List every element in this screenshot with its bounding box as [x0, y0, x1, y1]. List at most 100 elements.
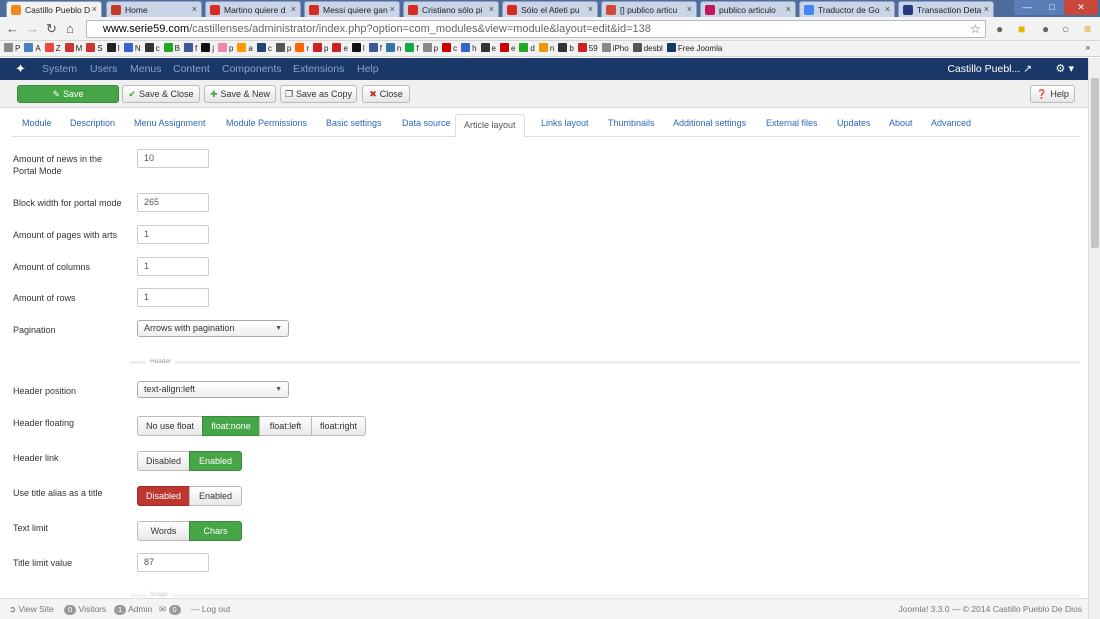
header-position-select[interactable]: text-align:left ▼: [137, 381, 289, 398]
tab-article-layout[interactable]: Article layout: [455, 114, 525, 138]
bookmark-item[interactable]: p: [313, 41, 328, 56]
close-tab-icon[interactable]: ×: [291, 4, 296, 14]
bookmark-item[interactable]: 59: [577, 41, 598, 56]
minimize-button[interactable]: —: [1014, 0, 1040, 15]
reload-icon[interactable]: ↻: [46, 21, 57, 37]
bookmark-item[interactable]: c: [442, 41, 457, 56]
bookmark-item[interactable]: d: [519, 41, 535, 56]
bookmark-item[interactable]: c: [256, 41, 272, 56]
close-button[interactable]: ✖ Close: [362, 85, 410, 103]
text-limit-words-button[interactable]: Words: [137, 521, 190, 541]
pages-arts-input[interactable]: 1: [137, 225, 209, 244]
header-link-enabled-button[interactable]: Enabled: [189, 451, 242, 471]
forward-icon[interactable]: →: [26, 21, 39, 37]
bookmark-item[interactable]: p: [275, 41, 291, 56]
logout-link[interactable]: — Log out: [191, 604, 230, 614]
tab-module[interactable]: Module: [22, 118, 52, 128]
menu-users[interactable]: Users: [90, 63, 117, 75]
float-no-use-button[interactable]: No use float: [137, 416, 203, 436]
bookmark-item[interactable]: e: [499, 41, 515, 56]
tab-links-layout[interactable]: Links layout: [541, 118, 589, 128]
bookmark-star-icon[interactable]: ☆: [970, 21, 981, 37]
title-alias-enabled-button[interactable]: Enabled: [189, 486, 242, 506]
bookmark-item[interactable]: h: [461, 41, 477, 56]
browser-tab[interactable]: Transaction Deta ×: [898, 1, 994, 17]
bookmark-item[interactable]: B: [163, 41, 180, 56]
bookmark-item[interactable]: p: [217, 41, 233, 56]
browser-tab[interactable]: Sólo el Atleti pu ×: [502, 1, 598, 17]
save-button[interactable]: ✎ Save: [17, 85, 119, 103]
pagination-select[interactable]: Arrows with pagination ▼: [137, 320, 289, 337]
close-tab-icon[interactable]: ×: [92, 4, 97, 14]
browser-tab[interactable]: Traductor de Go ×: [799, 1, 895, 17]
float-left-button[interactable]: float:left: [259, 416, 312, 436]
joomla-logo-icon[interactable]: ✦: [15, 62, 29, 76]
bookmark-item[interactable]: iPho: [601, 41, 629, 56]
bookmark-item[interactable]: N: [123, 41, 141, 56]
tab-additional-settings[interactable]: Additional settings: [673, 118, 746, 128]
bookmark-item[interactable]: f: [405, 41, 419, 56]
close-tab-icon[interactable]: ×: [786, 4, 791, 14]
maximize-button[interactable]: □: [1040, 0, 1064, 15]
view-site-link[interactable]: ➲ View Site: [9, 604, 54, 615]
news-portal-input[interactable]: 10: [137, 149, 209, 168]
menu-menus[interactable]: Menus: [130, 63, 162, 75]
bookmark-item[interactable]: r: [295, 41, 309, 56]
tab-updates[interactable]: Updates: [837, 118, 871, 128]
bookmark-item[interactable]: f: [183, 41, 197, 56]
tab-external-files[interactable]: External files: [766, 118, 818, 128]
bookmark-item[interactable]: n: [538, 41, 554, 56]
more-bookmarks-icon[interactable]: »: [1086, 43, 1090, 52]
extension-3-icon[interactable]: ●: [1042, 21, 1049, 37]
title-limit-input[interactable]: 87: [137, 553, 209, 572]
bookmark-item[interactable]: A: [24, 41, 41, 56]
tab-basic-settings[interactable]: Basic settings: [326, 118, 382, 128]
bookmark-item[interactable]: n: [385, 41, 401, 56]
bookmark-item[interactable]: j: [201, 41, 214, 56]
messages-indicator[interactable]: ✉ 0: [159, 604, 181, 615]
bookmark-item[interactable]: b: [558, 41, 574, 56]
title-alias-disabled-button[interactable]: Disabled: [137, 486, 190, 506]
browser-tab[interactable]: Messi quiere gan ×: [304, 1, 400, 17]
tab-menu-assignment[interactable]: Menu Assignment: [134, 118, 206, 128]
bookmark-item[interactable]: e: [332, 41, 348, 56]
gear-icon[interactable]: ⚙ ▾: [1056, 62, 1074, 75]
rows-input[interactable]: 1: [137, 288, 209, 307]
bookmark-item[interactable]: I: [106, 41, 120, 56]
float-right-button[interactable]: float:right: [311, 416, 366, 436]
bookmark-item[interactable]: l: [351, 41, 365, 56]
extension-4-icon[interactable]: ○: [1062, 21, 1069, 37]
menu-help[interactable]: Help: [357, 63, 379, 75]
bookmark-item[interactable]: P: [4, 41, 20, 56]
site-name-link[interactable]: Castillo Puebl... ↗: [947, 63, 1032, 75]
bookmark-item[interactable]: e: [480, 41, 496, 56]
tab-description[interactable]: Description: [70, 118, 115, 128]
browser-tab[interactable]: Cristiano sólo pi ×: [403, 1, 499, 17]
header-link-disabled-button[interactable]: Disabled: [137, 451, 190, 471]
browser-tab[interactable]: [] publico articu ×: [601, 1, 697, 17]
browser-tab[interactable]: publico articulo ×: [700, 1, 796, 17]
close-tab-icon[interactable]: ×: [588, 4, 593, 14]
close-tab-icon[interactable]: ×: [687, 4, 692, 14]
menu-components[interactable]: Components: [222, 63, 282, 75]
close-tab-icon[interactable]: ×: [885, 4, 890, 14]
tab-data-source[interactable]: Data source: [402, 118, 451, 128]
block-width-input[interactable]: 265: [137, 193, 209, 212]
bookmark-item[interactable]: p: [422, 41, 438, 56]
close-tab-icon[interactable]: ×: [489, 4, 494, 14]
help-button[interactable]: ❓ Help: [1030, 85, 1075, 103]
float-none-button[interactable]: float:none: [202, 416, 260, 436]
menu-content[interactable]: Content: [173, 63, 210, 75]
save-new-button[interactable]: ✚ Save & New: [204, 85, 276, 103]
back-icon[interactable]: ←: [6, 21, 19, 37]
bookmark-item[interactable]: c: [144, 41, 160, 56]
tab-module-permissions[interactable]: Module Permissions: [226, 118, 307, 128]
menu-extensions[interactable]: Extensions: [293, 63, 344, 75]
columns-input[interactable]: 1: [137, 257, 209, 276]
browser-tab[interactable]: Castillo Pueblo D ×: [6, 1, 102, 17]
bookmark-item[interactable]: S: [86, 41, 103, 56]
close-tab-icon[interactable]: ×: [192, 4, 197, 14]
tab-thumbnails[interactable]: Thumbnails: [608, 118, 655, 128]
extension-icon[interactable]: ●: [996, 21, 1003, 37]
bookmark-item[interactable]: a: [237, 41, 253, 56]
